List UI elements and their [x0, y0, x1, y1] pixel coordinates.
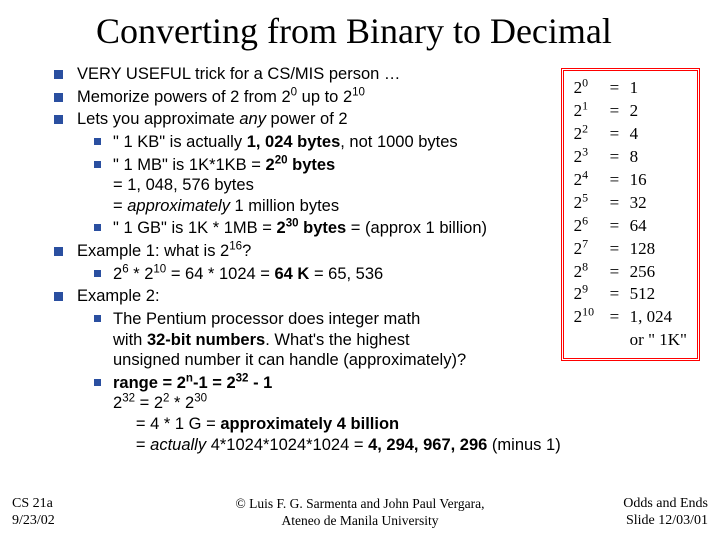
bullet-icon — [54, 292, 63, 301]
footer-center: © Luis F. G. Sarmenta and John Paul Verg… — [0, 496, 720, 530]
sub-bullet-icon — [94, 379, 101, 386]
sub-bullet-text: " 1 KB" is actually 1, 024 bytes, not 10… — [113, 132, 458, 153]
bullet-text: Memorize powers of 2 from 20 up to 210 — [77, 87, 365, 108]
sub-bullet-icon — [94, 315, 101, 322]
sub-bullet-text: " 1 GB" is 1K * 1MB = 230 bytes = (appro… — [113, 218, 487, 239]
sub-bullet-text: range = 2n-1 = 232 - 1 232 = 22 * 230 = … — [113, 373, 561, 456]
sub-bullet-icon — [94, 270, 101, 277]
sub-bullet-text: The Pentium processor does integer math … — [113, 309, 466, 371]
bullet-icon — [54, 70, 63, 79]
sub-bullet-icon — [94, 138, 101, 145]
sub-bullet-icon — [94, 224, 101, 231]
sub-bullet-text: " 1 MB" is 1K*1KB = 220 bytes = 1, 048, … — [113, 155, 339, 217]
footer-right: Odds and EndsSlide 12/03/01 — [623, 496, 708, 530]
bullet-text: Example 2: — [77, 286, 160, 307]
bullet-text: Lets you approximate any power of 2 — [77, 109, 348, 130]
powers-or-line: or " 1K" — [574, 329, 687, 352]
bullet-icon — [54, 93, 63, 102]
bullet-text: Example 1: what is 216? — [77, 241, 251, 262]
sub-bullet-text: 26 * 210 = 64 * 1024 = 64 K = 65, 536 — [113, 264, 383, 285]
sub-bullet-icon — [94, 161, 101, 168]
bullet-icon — [54, 115, 63, 124]
bullet-icon — [54, 247, 63, 256]
bullet-text: VERY USEFUL trick for a CS/MIS person … — [77, 64, 400, 85]
powers-of-two-box: 20=1 21=2 22=4 23=8 24=16 25=32 26=64 27… — [561, 68, 700, 361]
slide-title: Converting from Binary to Decimal — [0, 0, 720, 64]
